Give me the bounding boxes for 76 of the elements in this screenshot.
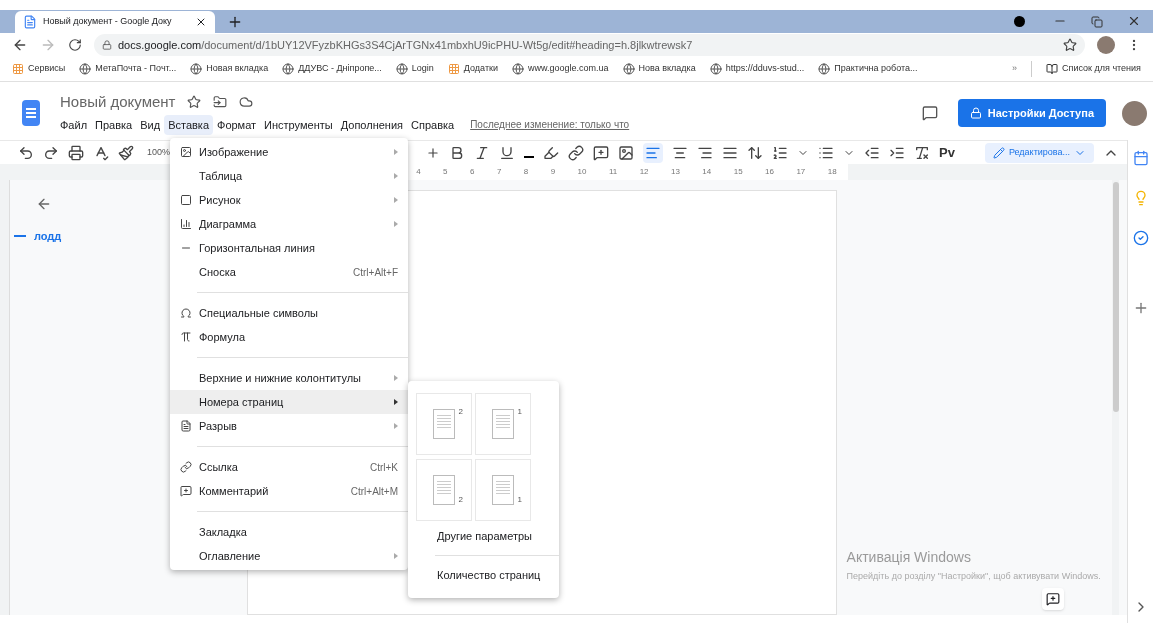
page-number-option[interactable]: 2	[416, 459, 472, 521]
menu-item[interactable]: Изображение	[170, 140, 408, 164]
share-button[interactable]: Настройки Доступа	[957, 99, 1106, 127]
activation-title: Активація Windows	[846, 548, 971, 567]
menu-item[interactable]: Разрыв	[170, 414, 408, 438]
ruler-number: 4	[416, 166, 421, 178]
zoom-select[interactable]: 100%	[147, 145, 171, 160]
menu-item[interactable]: Комментарий Ctrl+Alt+M	[170, 479, 408, 503]
document-title[interactable]: Новый документ	[60, 91, 176, 114]
outline-heading[interactable]: лодд	[33, 228, 62, 245]
menu-item[interactable]: Рисунок	[170, 188, 408, 212]
browser-tab[interactable]: Новый документ - Google Доку	[15, 11, 215, 33]
url-text: docs.google.com/document/d/1bUY12VFyzbKHGs3S4CjArTGNx41mbxhU9icPHU-Wt5g/edit#heading=h.8jlkwtrewsk7	[118, 37, 693, 53]
bookmark[interactable]: Практична робота...	[818, 62, 918, 76]
bookmark[interactable]: Сервисы	[12, 62, 66, 76]
bookmark[interactable]: Додатки	[447, 62, 498, 76]
shortcut: Ctrl+Alt+M	[350, 484, 398, 499]
last-edit-link[interactable]: Последнее изменение: только что	[470, 117, 630, 133]
ruler-number: 6	[470, 166, 475, 178]
menu-item[interactable]: Горизонтальная линия	[170, 236, 408, 260]
menu-item[interactable]: Верхние и нижние колонтитулы	[170, 366, 408, 390]
menu-item[interactable]: Формула	[170, 325, 408, 349]
menu-item[interactable]: Оглавление	[170, 544, 408, 568]
shortcut: Ctrl+Alt+F	[353, 265, 398, 280]
menu-item[interactable]: Диаграмма	[170, 212, 408, 236]
menu-item[interactable]: Правка	[91, 114, 137, 135]
ruler-number: 11	[608, 166, 618, 178]
menu-item[interactable]: Файл	[56, 114, 92, 135]
menu-item[interactable]: Количество страниц	[408, 560, 559, 590]
bookmark[interactable]: Новая вкладка	[190, 62, 269, 76]
bookmark[interactable]: Login	[395, 62, 434, 76]
bookmark[interactable]: ДДУВС - Дніпропе...	[282, 62, 382, 76]
bookmark[interactable]: Нова вкладка	[622, 62, 696, 76]
ruler-number: 15	[733, 166, 743, 178]
menu-item[interactable]: Вид	[136, 114, 165, 135]
page-number-option[interactable]: 2	[416, 393, 472, 455]
shortcut: Ctrl+K	[369, 460, 398, 475]
menu-item[interactable]: Вставка	[164, 114, 213, 135]
ruler-number: 16	[765, 166, 774, 178]
ruler-number: 18	[827, 166, 837, 178]
more-bookmarks[interactable]: »	[1012, 62, 1018, 76]
bookmark[interactable]: https://dduvs-stud...	[709, 62, 805, 76]
menu-item[interactable]: Специальные символы	[170, 301, 408, 325]
page-number-label: 1	[517, 494, 522, 506]
page-number-label: 2	[458, 406, 463, 418]
ruler-number: 5	[443, 166, 448, 178]
bookmark[interactable]: МетаПочта - Почт...	[79, 62, 177, 76]
ruler-number: 17	[796, 166, 806, 178]
ruler-number: 13	[671, 166, 680, 178]
reading-list[interactable]: Список для чтения	[1046, 62, 1141, 76]
menu-item[interactable]: Таблица	[170, 164, 408, 188]
editing-mode-button[interactable]: Редактирова...	[984, 142, 1094, 163]
menu-item[interactable]: Другие параметры	[408, 521, 559, 551]
tab-title: Новый документ - Google Доку	[43, 15, 173, 29]
ruler-number: 7	[496, 166, 502, 178]
page-number-label: 2	[458, 494, 463, 506]
address-field[interactable]: docs.google.com/document/d/1bUY12VFyzbKHGs3S4CjArTGNx41mbxhU9icPHU-Wt5g/edit#heading=h.8jlkwtrewsk7	[94, 34, 1085, 56]
activation-text: Перейдіть до розділу "Настройки", щоб активувати Windows.	[846, 570, 1102, 583]
menu-item[interactable]: Номера страниц	[170, 390, 408, 414]
ruler-number: 12	[639, 166, 649, 178]
input-tools[interactable]: Pv	[939, 142, 955, 163]
page-number-option[interactable]: 1	[475, 459, 531, 521]
menu-item[interactable]: Сноска Ctrl+Alt+F	[170, 260, 408, 284]
bookmark[interactable]: www.google.com.ua	[512, 62, 609, 76]
menu-item[interactable]: Справка	[407, 114, 459, 135]
ruler-number: 10	[577, 166, 587, 178]
menu-item[interactable]: Инструменты	[260, 114, 337, 135]
ruler-number: 9	[550, 166, 556, 178]
page-number-option[interactable]: 1	[475, 393, 531, 455]
page-number-label: 1	[517, 406, 522, 418]
ruler-number: 14	[702, 166, 712, 178]
menu-item[interactable]: Формат	[213, 114, 261, 135]
menu-item[interactable]: Закладка	[170, 520, 408, 544]
ruler-number: 8	[523, 166, 529, 178]
menu-item[interactable]: Дополнения	[336, 114, 407, 135]
menu-item[interactable]: Ссылка Ctrl+K	[170, 455, 408, 479]
